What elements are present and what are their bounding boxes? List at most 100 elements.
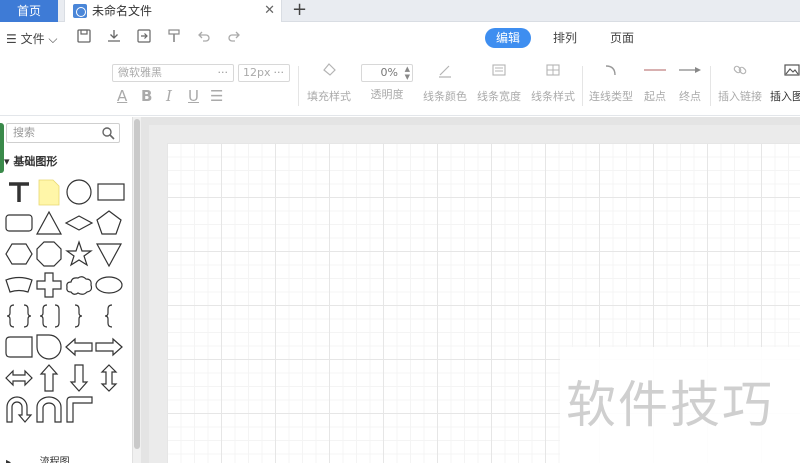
- pen-icon: [422, 60, 468, 86]
- format-toolbar: 微软雅黑 ··· 12px ··· A B I U ☰ 填充样式 0% ▲ ▼ 透…: [0, 54, 800, 116]
- start-point-button[interactable]: 起点: [641, 60, 669, 104]
- connector-type-button[interactable]: 连线类型: [588, 60, 634, 104]
- pentagon-shape[interactable]: [94, 208, 124, 238]
- circle-shape[interactable]: [64, 177, 94, 207]
- opacity-label: 透明度: [370, 88, 404, 101]
- search-icon[interactable]: [101, 126, 115, 140]
- ruler-left: [141, 117, 149, 463]
- left-brace-shape[interactable]: [4, 301, 34, 331]
- file-menu[interactable]: ☰ 文件 ⌵: [6, 30, 57, 47]
- cross-shape[interactable]: [34, 270, 64, 300]
- end-point-button[interactable]: 终点: [676, 60, 704, 104]
- rounded-rectangle-shape[interactable]: [4, 208, 34, 238]
- end-arrow-icon: [676, 60, 704, 86]
- tab-page[interactable]: 页面: [605, 28, 639, 48]
- scrollbar-thumb[interactable]: [134, 119, 140, 449]
- delay-shape[interactable]: [34, 332, 64, 362]
- basic-shapes-header[interactable]: ▾ 基础图形: [0, 153, 133, 171]
- bold-button[interactable]: B: [141, 87, 152, 105]
- tab-bar: 首页 未命名文件 ✕ +: [0, 0, 800, 22]
- u-turn-arrow-shape[interactable]: [4, 394, 34, 424]
- underline-button[interactable]: U: [188, 87, 199, 105]
- fill-style-label: 填充样式: [307, 90, 351, 103]
- start-point-icon: [641, 60, 669, 86]
- search-placeholder: 搜索: [13, 126, 35, 139]
- panel-scrollbar[interactable]: [133, 117, 141, 463]
- down-arrow-shape[interactable]: [64, 363, 94, 393]
- document-tab-title: 未命名文件: [92, 4, 153, 18]
- start-point-label: 起点: [644, 90, 666, 103]
- insert-link-button[interactable]: 插入链接: [716, 60, 764, 104]
- export-icon[interactable]: [134, 28, 154, 48]
- tab-arrange[interactable]: 排列: [548, 28, 582, 48]
- flowchart-section-header[interactable]: ▸ ... ... 流程图: [0, 453, 133, 463]
- line-style-label: 线条样式: [531, 90, 575, 103]
- divider: [298, 66, 299, 106]
- connector-icon: [588, 60, 634, 86]
- insert-image-button[interactable]: 插入图: [770, 60, 800, 104]
- shape-search-input[interactable]: 搜索: [6, 123, 120, 143]
- end-point-label: 终点: [679, 90, 701, 103]
- format-painter-icon[interactable]: [164, 28, 184, 48]
- divider: [710, 66, 711, 106]
- u-shape[interactable]: [34, 394, 64, 424]
- vertical-double-arrow-shape[interactable]: [94, 363, 124, 393]
- line-style-icon: [530, 60, 576, 86]
- main-toolbar: ☰ 文件 ⌵ 编辑 排列 页面: [0, 22, 800, 54]
- octagon-shape[interactable]: [34, 239, 64, 269]
- left-curly-brace-shape[interactable]: [94, 301, 124, 331]
- brace-pair-shape[interactable]: [34, 301, 64, 331]
- diamond-shape[interactable]: [64, 208, 94, 238]
- download-icon[interactable]: [104, 28, 124, 48]
- close-tab-icon[interactable]: ✕: [264, 0, 275, 22]
- document-icon: [73, 4, 87, 18]
- save-icon[interactable]: [74, 28, 94, 48]
- tab-document[interactable]: 未命名文件 ✕: [64, 0, 282, 22]
- ellipse-shape[interactable]: [94, 270, 124, 300]
- watermark: 软件技巧: [560, 347, 800, 463]
- text-shape[interactable]: [4, 177, 34, 207]
- hexagon-shape[interactable]: [4, 239, 34, 269]
- font-family-value: 微软雅黑: [118, 66, 162, 79]
- right-arrow-shape[interactable]: [94, 332, 124, 362]
- double-arrow-shape[interactable]: [4, 363, 34, 393]
- tab-home[interactable]: 首页: [0, 0, 58, 22]
- line-style-button[interactable]: 线条样式: [530, 60, 576, 104]
- line-width-icon: [476, 60, 522, 86]
- font-size-select[interactable]: 12px ···: [238, 64, 290, 82]
- font-color-button[interactable]: A: [117, 87, 127, 105]
- italic-button[interactable]: I: [166, 87, 172, 105]
- opacity-input[interactable]: 0% ▲ ▼: [361, 64, 413, 82]
- note-shape[interactable]: [34, 177, 64, 207]
- more-icon: ···: [217, 66, 229, 79]
- line-width-button[interactable]: 线条宽度: [476, 60, 522, 104]
- right-brace-shape[interactable]: [64, 301, 94, 331]
- connector-type-label: 连线类型: [589, 90, 633, 103]
- opacity-value: 0%: [380, 66, 398, 79]
- line-color-label: 线条颜色: [423, 90, 467, 103]
- align-button[interactable]: ☰: [210, 87, 223, 105]
- redo-icon[interactable]: [224, 28, 244, 48]
- add-tab-button[interactable]: +: [292, 0, 307, 20]
- line-color-button[interactable]: 线条颜色: [422, 60, 468, 104]
- font-family-select[interactable]: 微软雅黑 ···: [112, 64, 234, 82]
- up-arrow-shape[interactable]: [34, 363, 64, 393]
- link-icon: [716, 60, 764, 86]
- divider: [582, 66, 583, 106]
- opacity-group: 透明度: [364, 86, 410, 102]
- shape-panel: 搜索 ▾ 基础图形 ▸ ... ... 流程图: [0, 117, 133, 463]
- tab-edit[interactable]: 编辑: [485, 28, 531, 48]
- spinner-icon[interactable]: ▲ ▼: [405, 65, 410, 81]
- cloud-shape[interactable]: [64, 270, 94, 300]
- left-arrow-shape[interactable]: [64, 332, 94, 362]
- tape-shape[interactable]: [4, 332, 34, 362]
- inverted-triangle-shape[interactable]: [94, 239, 124, 269]
- star-shape[interactable]: [64, 239, 94, 269]
- corner-shape[interactable]: [64, 394, 94, 424]
- image-icon: [770, 60, 800, 86]
- curved-trapezoid-shape[interactable]: [4, 270, 34, 300]
- fill-style-button[interactable]: 填充样式: [306, 60, 352, 104]
- rectangle-shape[interactable]: [94, 177, 128, 207]
- triangle-shape[interactable]: [34, 208, 64, 238]
- undo-icon[interactable]: [194, 28, 214, 48]
